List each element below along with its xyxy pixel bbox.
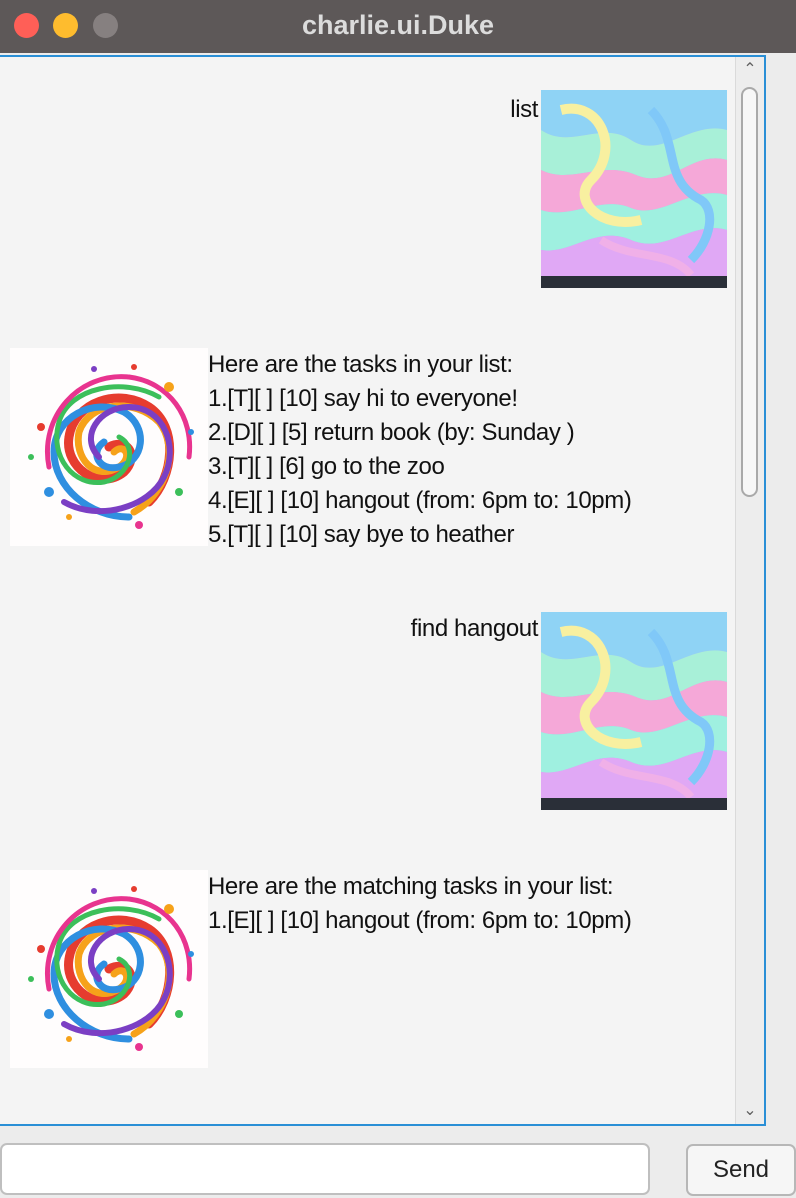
task-line: 1.[E][ ] [10] hangout (from: 6pm to: 10p… xyxy=(208,907,632,934)
task-line: 4.[E][ ] [10] hangout (from: 6pm to: 10p… xyxy=(208,487,632,514)
user-avatar-image xyxy=(541,612,727,810)
user-message-find: find hangout xyxy=(410,612,539,646)
task-line: 1.[T][ ] [10] say hi to everyone! xyxy=(208,385,518,412)
user-message-list: list xyxy=(510,93,538,127)
scrollbar-thumb[interactable] xyxy=(741,87,758,497)
message-input[interactable] xyxy=(0,1143,650,1195)
title-bar: charlie.ui.Duke xyxy=(0,0,796,53)
user-avatar-image xyxy=(541,90,727,288)
window-title: charlie.ui.Duke xyxy=(301,10,495,40)
bot-message-line: Here are the tasks in your list: xyxy=(208,351,513,378)
user-message-text: find hangout xyxy=(410,615,539,642)
task-line: 3.[T][ ] [6] go to the zoo xyxy=(208,453,445,480)
chevron-up-icon[interactable]: ⌃ xyxy=(736,57,764,83)
bot-avatar-image xyxy=(10,348,208,546)
user-message-text: list xyxy=(510,96,538,123)
chevron-down-icon[interactable]: ⌄ xyxy=(736,1098,764,1124)
bot-message-matching: Here are the matching tasks in your list… xyxy=(208,870,632,938)
task-line: 2.[D][ ] [5] return book (by: Sunday ) xyxy=(208,419,575,446)
bot-avatar-image xyxy=(10,870,208,1068)
bot-message-task-list: Here are the tasks in your list: 1.[T][ … xyxy=(208,348,632,552)
task-line: 5.[T][ ] [10] say bye to heather xyxy=(208,521,515,548)
dialog-scroll-pane[interactable]: list Here are the tasks in your list: 1.… xyxy=(0,55,766,1126)
vertical-scrollbar[interactable]: ⌃ ⌄ xyxy=(735,57,764,1124)
send-button[interactable]: Send xyxy=(686,1144,796,1196)
bot-message-line: Here are the matching tasks in your list… xyxy=(208,873,614,900)
